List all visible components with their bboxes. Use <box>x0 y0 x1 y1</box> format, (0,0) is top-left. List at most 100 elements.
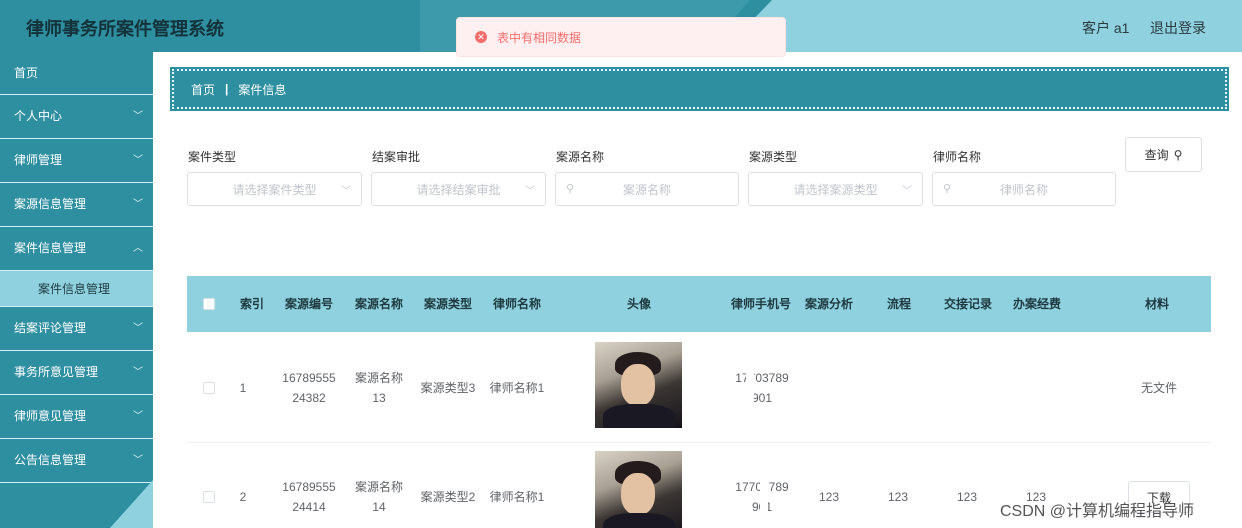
row-analysis: 123 <box>818 490 840 504</box>
chevron-down-icon: ﹀ <box>133 411 143 422</box>
column-header: 索引 <box>239 297 264 311</box>
sidebar-item-label: 案件信息管理 <box>14 241 87 255</box>
redaction-bar <box>746 362 754 402</box>
breadcrumb-current: 案件信息 <box>238 82 287 97</box>
source-name-input[interactable]: ⚲ 案源名称 <box>555 172 739 206</box>
column-header: 案源类型 <box>423 297 472 311</box>
row-lawyer-name: 律师名称1 <box>489 381 545 395</box>
column-header: 案源编号 <box>284 297 333 311</box>
chevron-down-icon: ﹀ <box>902 186 912 197</box>
row-source-type: 案源类型3 <box>420 381 476 395</box>
row-material: 无文件 <box>1140 381 1177 395</box>
lawyer-name-label: 律师名称 <box>933 150 982 164</box>
sidebar-item-home[interactable]: 首页 <box>0 52 153 95</box>
row-source-name: 案源名称13 <box>354 371 403 405</box>
lawyer-avatar[interactable] <box>595 451 682 528</box>
column-header: 流程 <box>886 297 911 311</box>
sidebar-item-label: 案源信息管理 <box>14 197 87 211</box>
sidebar-item-label: 结案评论管理 <box>14 321 87 335</box>
closing-approval-label: 结案审批 <box>372 150 421 164</box>
column-header: 头像 <box>626 297 651 311</box>
breadcrumb-separator: | <box>225 82 229 96</box>
query-label: 查询 <box>1144 148 1169 162</box>
case-type-placeholder: 请选择案件类型 <box>232 182 317 197</box>
column-header: 办案经费 <box>1012 297 1061 311</box>
sidebar-item-case-info-management[interactable]: 案件信息管理 ︿ <box>0 227 153 271</box>
lawyer-avatar[interactable] <box>595 342 682 428</box>
sidebar-item-label: 律师管理 <box>14 153 63 167</box>
chevron-up-icon: ︿ <box>133 243 143 254</box>
sidebar-item-label: 个人中心 <box>14 109 63 123</box>
sidebar-item-closing-review-management[interactable]: 结案评论管理 ﹀ <box>0 307 153 351</box>
chevron-down-icon: ﹀ <box>525 186 535 197</box>
chevron-down-icon: ﹀ <box>133 111 143 122</box>
sidebar-item-lawyer-opinion-management[interactable]: 律师意见管理 ﹀ <box>0 395 153 439</box>
search-icon: ⚲ <box>943 183 952 195</box>
sidebar-item-firm-opinion-management[interactable]: 事务所意见管理 ﹀ <box>0 351 153 395</box>
closing-approval-placeholder: 请选择结案审批 <box>416 182 501 197</box>
row-source-name: 案源名称14 <box>354 480 403 514</box>
case-type-label: 案件类型 <box>188 150 237 164</box>
sidebar-decoration <box>110 480 153 528</box>
query-button[interactable]: 查询 ⚲ <box>1125 137 1202 172</box>
error-icon: ✕ <box>475 31 487 43</box>
column-header: 律师名称 <box>492 297 541 311</box>
chevron-down-icon: ﹀ <box>133 199 143 210</box>
sidebar-item-label: 首页 <box>14 66 39 80</box>
chevron-down-icon: ﹀ <box>133 323 143 334</box>
user-label: 客户 a1 <box>1082 20 1130 36</box>
table-header: 索引 案源编号 案源名称 案源类型 律师名称 头像 律师手机号 案源分析 流程 … <box>187 276 1211 332</box>
source-name-label: 案源名称 <box>556 150 605 164</box>
row-checkbox[interactable] <box>203 491 215 503</box>
column-header: 律师手机号 <box>731 297 792 311</box>
sidebar-item-lawyer-management[interactable]: 律师管理 ﹀ <box>0 139 153 183</box>
breadcrumb: 首页 | 案件信息 <box>170 67 1229 111</box>
lawyer-name-placeholder: 律师名称 <box>999 182 1048 197</box>
chevron-down-icon: ﹀ <box>133 155 143 166</box>
column-header: 材料 <box>1144 297 1169 311</box>
sidebar-item-label: 公告信息管理 <box>14 453 87 467</box>
row-handover: 123 <box>956 490 978 504</box>
system-title: 律师事务所案件管理系统 <box>26 19 224 39</box>
search-icon: ⚲ <box>1173 147 1183 162</box>
breadcrumb-home[interactable]: 首页 <box>191 81 215 98</box>
column-header: 交接记录 <box>943 297 992 311</box>
row-index: 1 <box>239 381 247 395</box>
sidebar-item-label: 事务所意见管理 <box>14 365 99 379</box>
sidebar-item-case-source-management[interactable]: 案源信息管理 ﹀ <box>0 183 153 227</box>
sidebar-subitem-case-info-management[interactable]: 案件信息管理 <box>0 271 153 307</box>
chevron-down-icon: ﹀ <box>133 455 143 466</box>
search-icon: ⚲ <box>566 183 575 195</box>
column-header: 案源名称 <box>354 297 403 311</box>
row-handover <box>939 378 995 398</box>
row-checkbox[interactable] <box>203 382 215 394</box>
chevron-down-icon: ﹀ <box>341 186 351 197</box>
case-type-select[interactable]: 请选择案件类型 ﹀ <box>187 172 362 206</box>
source-type-select[interactable]: 请选择案源类型 ﹀ <box>748 172 923 206</box>
logout-link[interactable]: 退出登录 <box>1150 18 1206 38</box>
source-type-label: 案源类型 <box>749 150 798 164</box>
closing-approval-select[interactable]: 请选择结案审批 ﹀ <box>371 172 546 206</box>
row-code: 1678955524414 <box>282 480 336 514</box>
sidebar-item-announcement-management[interactable]: 公告信息管理 ﹀ <box>0 439 153 483</box>
row-index: 2 <box>239 490 247 504</box>
sidebar-item-personal-center[interactable]: 个人中心 ﹀ <box>0 95 153 139</box>
column-header: 案源分析 <box>804 297 853 311</box>
select-all-checkbox[interactable] <box>203 298 215 310</box>
toast-message: 表中有相同数据 <box>497 30 582 45</box>
row-source-type: 案源类型2 <box>420 490 476 504</box>
error-toast: ✕ 表中有相同数据 <box>456 17 786 57</box>
source-name-placeholder: 案源名称 <box>622 182 671 197</box>
row-lawyer-name: 律师名称1 <box>489 490 545 504</box>
row-code: 1678955524382 <box>282 371 336 405</box>
row-funds <box>1008 378 1064 398</box>
source-type-placeholder: 请选择案源类型 <box>793 182 878 197</box>
row-phone: 17703789901 <box>735 371 789 405</box>
redaction-bar <box>760 472 768 512</box>
lawyer-name-input[interactable]: ⚲ 律师名称 <box>932 172 1116 206</box>
chevron-down-icon: ﹀ <box>133 367 143 378</box>
watermark: CSDN @计算机编程指导师 <box>1000 503 1195 520</box>
sidebar: 首页 个人中心 ﹀ 律师管理 ﹀ 案源信息管理 ﹀ 案件信息管理 ︿ 案件信息管理 结案… <box>0 52 153 528</box>
row-divider <box>187 442 1211 443</box>
sidebar-item-label: 律师意见管理 <box>14 409 87 423</box>
